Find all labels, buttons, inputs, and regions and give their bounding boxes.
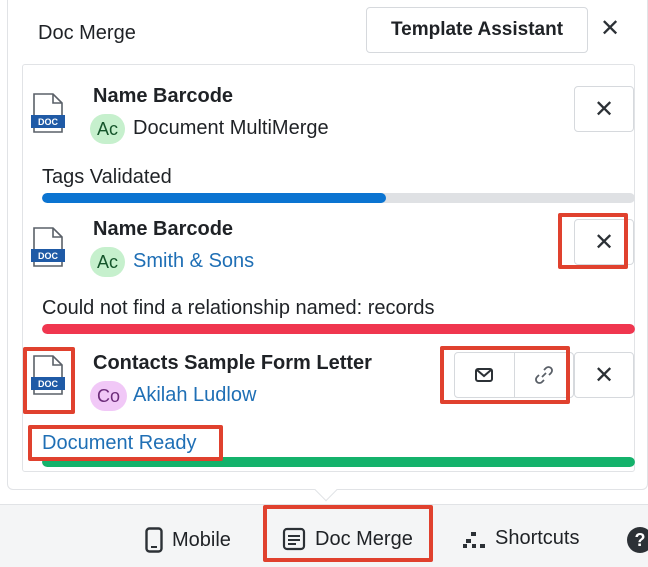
- doc-merge-label: Doc Merge: [315, 527, 413, 550]
- progress-fill: [42, 193, 386, 203]
- doc-file-icon: DOC: [31, 227, 65, 267]
- document-ready-link[interactable]: Document Ready: [42, 432, 197, 455]
- doc-file-icon: DOC: [31, 355, 65, 395]
- progress-fill: [42, 324, 635, 334]
- item-status: Could not find a relationship named: rec…: [42, 297, 435, 319]
- email-icon: [475, 368, 494, 382]
- shortcuts-icon: [463, 531, 485, 548]
- item-status: Tags Validated: [42, 166, 172, 188]
- avatar: Ac: [90, 247, 126, 277]
- remove-item-button[interactable]: ✕: [574, 219, 634, 265]
- item-title: Contacts Sample Form Letter: [93, 352, 372, 374]
- doc-merge-tab[interactable]: Doc Merge: [282, 527, 413, 551]
- template-assistant-button[interactable]: Template Assistant: [366, 7, 588, 53]
- panel-header: Doc Merge Template Assistant ✕: [8, 0, 648, 64]
- item-title: Name Barcode: [93, 218, 234, 240]
- remove-item-button[interactable]: ✕: [574, 86, 634, 132]
- mobile-tab[interactable]: Mobile: [145, 527, 231, 553]
- progress-bar: [42, 457, 635, 467]
- doc-merge-panel: Doc Merge Template Assistant ✕ DOC Name …: [7, 0, 648, 490]
- avatar: Co: [90, 381, 128, 411]
- progress-fill: [42, 457, 635, 467]
- shortcuts-tab[interactable]: Shortcuts: [462, 527, 579, 550]
- document-actions-group: [454, 352, 574, 398]
- doc-merge-icon: [282, 527, 306, 551]
- close-panel-icon[interactable]: ✕: [600, 17, 620, 41]
- avatar: Ac: [90, 114, 126, 144]
- progress-bar: [42, 193, 635, 203]
- footer-bar: Mobile Doc Merge Shortcuts ?: [0, 504, 648, 567]
- help-icon[interactable]: ?: [627, 527, 648, 553]
- copy-link-button[interactable]: [513, 353, 574, 397]
- svg-text:DOC: DOC: [38, 379, 59, 389]
- email-document-button[interactable]: [455, 353, 514, 397]
- remove-item-button[interactable]: ✕: [574, 352, 634, 398]
- svg-text:DOC: DOC: [38, 117, 59, 127]
- item-record-name: Document MultiMerge: [133, 117, 329, 139]
- item-title: Name Barcode: [93, 85, 234, 107]
- item-record-link[interactable]: Smith & Sons: [133, 250, 254, 273]
- mobile-label: Mobile: [172, 528, 231, 551]
- mobile-icon: [145, 527, 163, 553]
- merge-list: DOC Name Barcode Ac Document MultiMerge …: [22, 64, 635, 472]
- link-icon: [534, 366, 553, 384]
- panel-title: Doc Merge: [38, 22, 136, 44]
- progress-bar: [42, 324, 635, 334]
- doc-file-icon: DOC: [31, 93, 65, 133]
- svg-text:DOC: DOC: [38, 251, 59, 261]
- shortcuts-label: Shortcuts: [495, 527, 580, 549]
- item-record-link[interactable]: Akilah Ludlow: [133, 384, 256, 407]
